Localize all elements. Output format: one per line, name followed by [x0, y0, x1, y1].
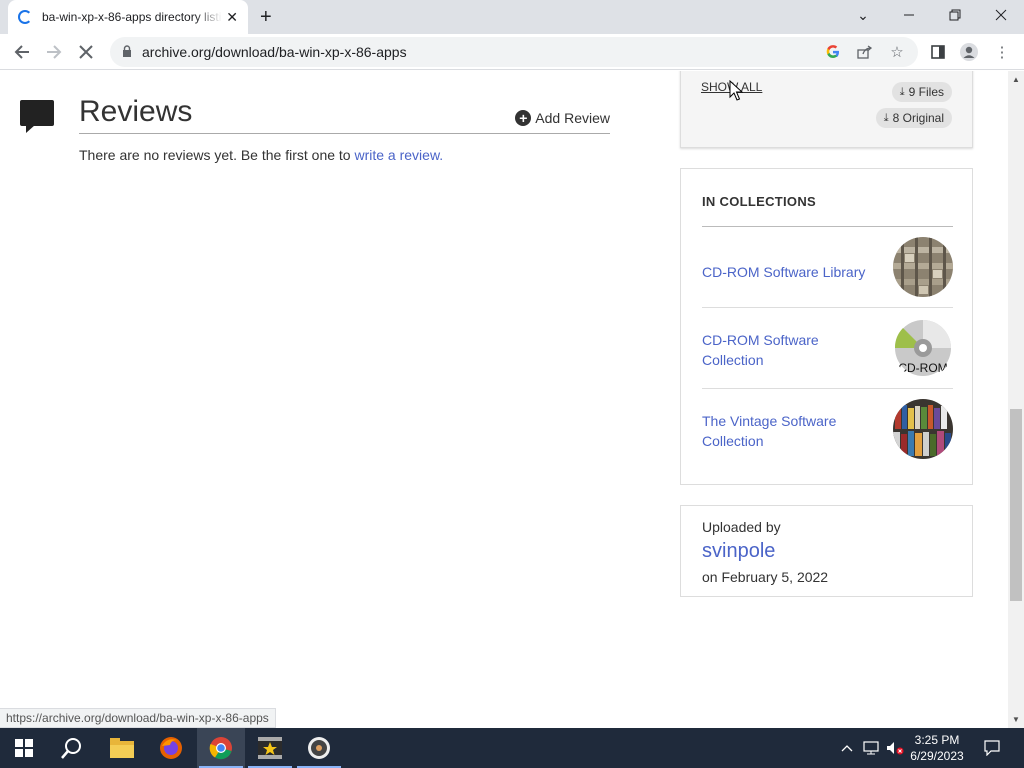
chrome-icon [209, 737, 232, 760]
speech-bubble-icon [20, 100, 54, 133]
mouse-pointer-icon [729, 80, 743, 101]
uploader-link[interactable]: svinpole [702, 540, 775, 563]
minimize-icon [904, 14, 914, 16]
film-star-icon [258, 737, 282, 759]
page-content: Reviews + Add Review There are no review… [0, 71, 1008, 728]
collection-item[interactable]: CD-ROM Software Library [702, 227, 953, 308]
network-icon[interactable] [861, 728, 881, 768]
profile-avatar-icon[interactable] [959, 42, 979, 62]
scroll-up-icon[interactable]: ▲ [1012, 75, 1020, 84]
share-arrow-icon [857, 45, 873, 59]
browser-tab[interactable]: ba-win-xp-x-86-apps directory listing ✕ [8, 0, 248, 34]
add-review-label: Add Review [535, 110, 610, 126]
library-shelves-thumbnail[interactable] [893, 237, 953, 297]
media-player-button[interactable] [295, 728, 343, 768]
collections-panel: IN COLLECTIONS CD-ROM Software Library C… [680, 168, 973, 485]
google-lens-icon[interactable] [824, 43, 842, 61]
chrome-button[interactable] [197, 728, 245, 768]
cd-rom-label: CD-ROM [898, 361, 947, 375]
url-text[interactable]: archive.org/download/ba-win-xp-x-86-apps [142, 44, 407, 60]
collection-item[interactable]: CD-ROM Software Collection CD-ROM [702, 308, 953, 389]
uploader-box: Uploaded by svinpole on February 5, 2022 [680, 505, 973, 597]
uploaded-by-label: Uploaded by [702, 519, 781, 535]
tab-close-icon[interactable]: ✕ [226, 9, 238, 25]
windows-taskbar: 3:25 PM 6/29/2023 [0, 728, 1024, 768]
vertical-scrollbar[interactable]: ▲ ▼ [1008, 71, 1024, 728]
add-review-button[interactable]: + Add Review [515, 110, 610, 126]
bookmark-star-icon[interactable]: ☆ [888, 43, 906, 61]
panel-icon [931, 45, 945, 59]
windows-logo-icon [15, 739, 33, 757]
back-button[interactable] [10, 40, 34, 64]
software-boxes-image [893, 399, 953, 459]
system-clock[interactable]: 3:25 PM 6/29/2023 [902, 732, 972, 764]
no-reviews-message: There are no reviews yet. Be the first o… [79, 147, 355, 163]
collection-link[interactable]: The Vintage Software Collection [702, 411, 877, 451]
new-tab-button[interactable]: + [260, 6, 272, 28]
scroll-down-icon[interactable]: ▼ [1012, 715, 1020, 724]
write-review-link[interactable]: write a review. [354, 147, 443, 163]
library-shelves-image [893, 237, 953, 297]
original-count: 8 Original [892, 111, 944, 125]
clock-date: 6/29/2023 [910, 749, 964, 763]
download-icon: ⤓ [899, 85, 905, 98]
show-hidden-icons-button[interactable] [838, 728, 856, 768]
close-icon [995, 9, 1007, 21]
no-reviews-text: There are no reviews yet. Be the first o… [79, 147, 443, 163]
loading-spinner-icon [18, 10, 32, 24]
download-icon: ⤓ [883, 111, 889, 124]
lock-icon[interactable] [122, 45, 132, 57]
minimize-button[interactable] [886, 0, 932, 30]
upload-date: on February 5, 2022 [702, 569, 829, 585]
tab-strip: ba-win-xp-x-86-apps directory listing ✕ … [0, 0, 1024, 34]
back-arrow-icon [14, 45, 29, 59]
chevron-up-icon [841, 745, 853, 752]
network-monitor-icon [863, 741, 879, 755]
firefox-icon [160, 737, 182, 759]
collections-heading: IN COLLECTIONS [702, 194, 816, 209]
action-center-icon [984, 740, 1000, 756]
vintage-software-thumbnail[interactable] [893, 399, 953, 459]
restore-button[interactable] [932, 0, 978, 30]
forward-arrow-icon [47, 45, 62, 59]
share-icon[interactable] [856, 43, 874, 61]
close-window-button[interactable] [978, 0, 1024, 30]
disc-player-icon [308, 737, 330, 759]
address-bar[interactable]: archive.org/download/ba-win-xp-x-86-apps… [110, 37, 918, 67]
google-g-icon [826, 45, 839, 58]
stop-icon [79, 45, 93, 59]
collection-item[interactable]: The Vintage Software Collection [702, 389, 953, 470]
person-icon [960, 43, 978, 61]
collection-link[interactable]: CD-ROM Software Collection [702, 330, 877, 370]
tab-search-icon[interactable]: ⌄ [840, 0, 886, 30]
start-button[interactable] [0, 728, 48, 768]
plus-circle-icon: + [515, 110, 532, 126]
folder-icon [110, 738, 134, 758]
forward-button[interactable] [42, 40, 66, 64]
status-bar-url: https://archive.org/download/ba-win-xp-x… [0, 708, 276, 728]
firefox-button[interactable] [147, 728, 195, 768]
notifications-button[interactable] [980, 728, 1004, 768]
side-panel-icon[interactable] [928, 42, 948, 62]
browser-toolbar: archive.org/download/ba-win-xp-x-86-apps… [0, 34, 1024, 70]
search-button[interactable] [48, 728, 96, 768]
collection-link[interactable]: CD-ROM Software Library [702, 262, 877, 282]
restore-icon [949, 9, 961, 21]
files-box: SHOW ALL ⤓ 9 Files ⤓ 8 Original [680, 71, 973, 148]
reviews-header: Reviews + Add Review [79, 94, 610, 134]
files-count: 9 Files [908, 85, 944, 99]
cd-disc-image: CD-ROM [893, 318, 953, 378]
search-icon [61, 738, 81, 759]
movie-app-button[interactable] [246, 728, 294, 768]
files-count-button[interactable]: ⤓ 9 Files [891, 82, 952, 102]
scrollbar-thumb[interactable] [1010, 409, 1022, 601]
clock-time: 3:25 PM [914, 733, 960, 747]
stop-loading-button[interactable] [74, 40, 98, 64]
cd-rom-thumbnail[interactable]: CD-ROM [893, 318, 953, 378]
original-count-button[interactable]: ⤓ 8 Original [875, 108, 952, 128]
menu-kebab-icon[interactable]: ⋮ [992, 42, 1012, 62]
file-explorer-button[interactable] [98, 728, 146, 768]
tab-title: ba-win-xp-x-86-apps directory listing [42, 10, 222, 24]
